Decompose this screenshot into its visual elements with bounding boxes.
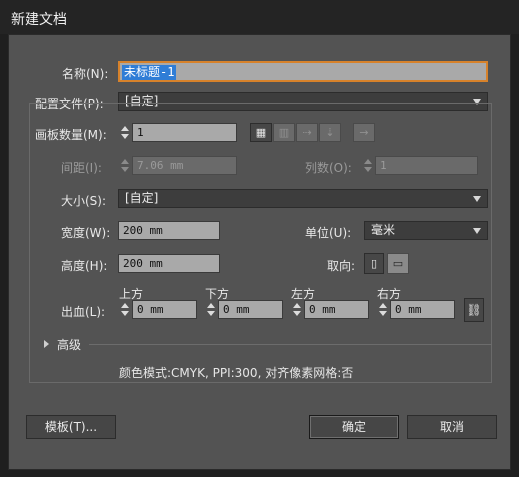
arrange-by-column-icon[interactable]: ⇣ xyxy=(319,123,341,142)
size-dropdown[interactable]: [自定] xyxy=(118,189,488,208)
size-label: 大小(S): xyxy=(61,194,107,208)
chevron-up-icon xyxy=(379,303,387,308)
new-document-dialog: 新建文档 名称(N): 未标题-1 配置文件(P): [自定] 画板数量(M):… xyxy=(0,0,519,477)
chevron-down-icon xyxy=(293,311,301,316)
advanced-toggle[interactable]: 高级 xyxy=(57,336,81,353)
bleed-left-stepper[interactable] xyxy=(291,300,303,319)
units-dropdown-value: 毫米 xyxy=(371,223,396,237)
chevron-up-icon xyxy=(121,159,129,164)
arrange-by-row-icon[interactable]: ⇢ xyxy=(296,123,318,142)
cancel-button[interactable]: 取消 xyxy=(407,415,497,439)
width-input[interactable]: 200 mm xyxy=(118,221,220,240)
width-label: 宽度(W): xyxy=(61,226,111,240)
chevron-down-icon xyxy=(473,196,481,202)
name-input-value: 未标题-1 xyxy=(122,65,177,80)
name-input[interactable]: 未标题-1 xyxy=(118,61,488,82)
title-bar[interactable]: 新建文档 xyxy=(0,0,519,34)
spacing-label: 间距(I): xyxy=(61,161,102,175)
landscape-icon[interactable]: ▭ xyxy=(387,253,409,274)
bleed-top-stepper[interactable] xyxy=(119,300,131,319)
templates-button[interactable]: 模板(T)... xyxy=(26,415,116,439)
bleed-label: 出血(L): xyxy=(61,305,106,319)
chevron-down-icon xyxy=(207,311,215,316)
height-label: 高度(H): xyxy=(61,259,108,273)
units-label: 单位(U): xyxy=(305,226,352,240)
orientation-label: 取向: xyxy=(327,259,356,273)
advanced-divider xyxy=(89,344,492,345)
bleed-bottom-input[interactable]: 0 mm xyxy=(218,300,283,319)
grid-by-row-icon[interactable]: ▦ xyxy=(250,123,272,142)
link-chain-icon[interactable]: ⛓ xyxy=(464,298,484,322)
ok-button[interactable]: 确定 xyxy=(309,415,399,439)
dialog-body: 名称(N): 未标题-1 配置文件(P): [自定] 画板数量(M): 1 ▦ … xyxy=(8,34,511,470)
chevron-up-icon xyxy=(207,303,215,308)
columns-stepper[interactable] xyxy=(362,156,374,175)
spacing-input[interactable]: 7.06 mm xyxy=(132,156,237,175)
bleed-right-input[interactable]: 0 mm xyxy=(390,300,455,319)
portrait-icon[interactable]: ▯ xyxy=(364,253,384,274)
profile-group-box xyxy=(29,103,492,383)
chevron-up-icon xyxy=(364,159,372,164)
artboard-count-label: 画板数量(M): xyxy=(35,128,107,142)
chevron-down-icon xyxy=(364,167,372,172)
artboard-count-stepper[interactable] xyxy=(119,123,131,142)
artboard-count-input[interactable]: 1 xyxy=(132,123,237,142)
columns-input[interactable]: 1 xyxy=(375,156,478,175)
chevron-down-icon xyxy=(121,167,129,172)
bleed-left-input[interactable]: 0 mm xyxy=(304,300,369,319)
chevron-up-icon xyxy=(121,303,129,308)
disclosure-triangle-icon[interactable] xyxy=(44,340,49,348)
grid-by-column-icon[interactable]: ▥ xyxy=(273,123,295,142)
document-info-text: 颜色模式:CMYK, PPI:300, 对齐像素网格:否 xyxy=(119,366,354,380)
bleed-top-input[interactable]: 0 mm xyxy=(132,300,197,319)
bleed-bottom-stepper[interactable] xyxy=(205,300,217,319)
chevron-up-icon xyxy=(121,126,129,131)
chevron-up-icon xyxy=(293,303,301,308)
chevron-down-icon xyxy=(473,228,481,234)
units-dropdown[interactable]: 毫米 xyxy=(364,221,488,240)
chevron-down-icon xyxy=(121,311,129,316)
height-input[interactable]: 200 mm xyxy=(118,254,220,273)
name-label: 名称(N): xyxy=(62,67,109,81)
right-to-left-icon[interactable]: → xyxy=(353,123,375,142)
columns-label: 列数(O): xyxy=(305,161,352,175)
dialog-title: 新建文档 xyxy=(11,12,67,28)
bleed-right-stepper[interactable] xyxy=(377,300,389,319)
spacing-stepper[interactable] xyxy=(119,156,131,175)
size-dropdown-value: [自定] xyxy=(125,191,159,205)
chevron-down-icon xyxy=(121,134,129,139)
chevron-down-icon xyxy=(379,311,387,316)
